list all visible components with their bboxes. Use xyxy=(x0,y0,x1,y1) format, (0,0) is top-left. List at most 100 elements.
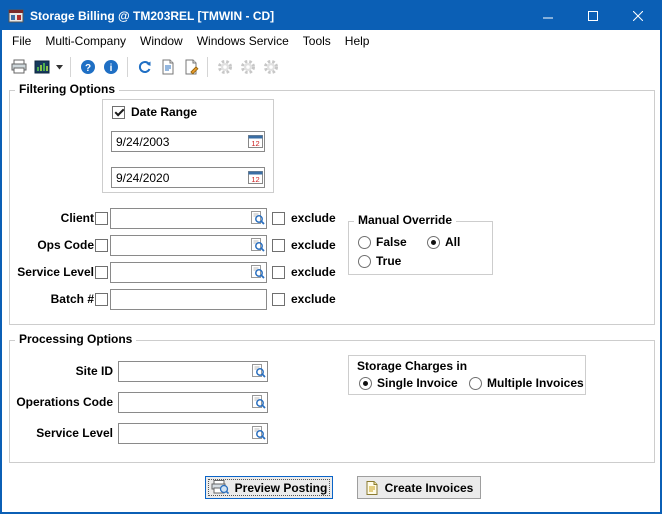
batch-exclude-checkbox[interactable] xyxy=(272,293,285,306)
site-id-lookup-button[interactable] xyxy=(251,364,266,378)
operations-code-lookup-button[interactable] xyxy=(251,395,266,409)
date-from-calendar-button[interactable]: 12 xyxy=(248,134,263,148)
gear-button[interactable] xyxy=(213,55,236,79)
menu-windows-service[interactable]: Windows Service xyxy=(190,31,296,51)
gear-button[interactable] xyxy=(259,55,282,79)
service-level-exclude-checkbox[interactable] xyxy=(272,266,285,279)
radio-label: Single Invoice xyxy=(377,376,458,390)
lookup-icon xyxy=(250,211,265,225)
batch-checkbox[interactable] xyxy=(95,293,108,306)
preview-posting-button[interactable]: Preview Posting xyxy=(205,476,333,499)
date-to-field: 12 xyxy=(111,167,265,188)
exclude-label: exclude xyxy=(291,262,336,283)
date-to-calendar-button[interactable]: 12 xyxy=(248,170,263,184)
radio-icon xyxy=(359,377,372,390)
svg-text:12: 12 xyxy=(251,139,259,148)
preview-posting-label: Preview Posting xyxy=(235,481,328,495)
batch-field xyxy=(110,289,267,310)
gear-button[interactable] xyxy=(236,55,259,79)
info-icon: i xyxy=(103,59,119,75)
date-from-field: 12 xyxy=(111,131,265,152)
ops-code-checkbox[interactable] xyxy=(95,239,108,252)
manual-override-all-option[interactable]: All xyxy=(427,235,460,249)
ops-code-exclude-checkbox[interactable] xyxy=(272,239,285,252)
create-invoices-button[interactable]: Create Invoices xyxy=(357,476,481,499)
window-controls xyxy=(525,2,660,30)
processing-service-level-field xyxy=(118,423,268,444)
processing-options-group: Processing Options Site ID Operations Co… xyxy=(9,340,655,463)
help-button[interactable]: ? xyxy=(76,55,99,79)
svg-text:i: i xyxy=(109,63,112,74)
invoice-icon xyxy=(365,481,379,495)
manual-override-group: Manual Override False All True xyxy=(348,221,493,275)
report-icon xyxy=(34,59,50,75)
app-window: Storage Billing @ TM203REL [TMWIN - CD] … xyxy=(0,0,662,514)
filter-row-label: Client xyxy=(10,208,94,229)
processing-service-level-input[interactable] xyxy=(118,423,268,444)
manual-override-false-option[interactable]: False xyxy=(358,235,407,249)
print-preview-icon xyxy=(211,480,229,495)
filter-row-label: Service Level xyxy=(10,262,94,283)
menu-window[interactable]: Window xyxy=(133,31,190,51)
calendar-icon: 12 xyxy=(248,170,263,184)
refresh-button[interactable] xyxy=(133,55,156,79)
menu-help[interactable]: Help xyxy=(338,31,377,51)
multiple-invoices-option[interactable]: Multiple Invoices xyxy=(469,376,584,390)
create-invoices-label: Create Invoices xyxy=(385,481,474,495)
ops-code-field xyxy=(110,235,267,256)
menu-tools[interactable]: Tools xyxy=(296,31,338,51)
site-id-input[interactable] xyxy=(118,361,268,382)
close-button[interactable] xyxy=(615,2,660,30)
date-range-checkbox[interactable] xyxy=(112,106,125,119)
menu-file[interactable]: File xyxy=(5,31,38,51)
toolbar: ? i xyxy=(2,52,660,82)
menubar: File Multi-Company Window Windows Servic… xyxy=(2,30,660,52)
operations-code-input[interactable] xyxy=(118,392,268,413)
radio-icon xyxy=(469,377,482,390)
info-button[interactable]: i xyxy=(99,55,122,79)
calendar-icon: 12 xyxy=(248,134,263,148)
filter-row-label: Batch # xyxy=(10,289,94,310)
processing-row-operations-code: Operations Code xyxy=(10,392,654,413)
service-level-input[interactable] xyxy=(110,262,267,283)
print-button[interactable] xyxy=(7,55,30,79)
document-button[interactable] xyxy=(156,55,179,79)
radio-label: False xyxy=(376,235,407,249)
radio-icon xyxy=(427,236,440,249)
service-level-lookup-button[interactable] xyxy=(250,265,265,279)
filter-row-service-level: Service Level exclude xyxy=(10,262,654,283)
batch-input[interactable] xyxy=(110,289,267,310)
exclude-label: exclude xyxy=(291,289,336,310)
processing-service-level-lookup-button[interactable] xyxy=(251,426,266,440)
report-button[interactable] xyxy=(30,55,53,79)
print-icon xyxy=(11,59,27,75)
document-icon xyxy=(160,59,176,75)
single-invoice-option[interactable]: Single Invoice xyxy=(359,376,458,390)
client-lookup-button[interactable] xyxy=(250,211,265,225)
client-input[interactable] xyxy=(110,208,267,229)
ops-code-input[interactable] xyxy=(110,235,267,256)
service-level-checkbox[interactable] xyxy=(95,266,108,279)
maximize-icon xyxy=(588,11,598,21)
date-from-input[interactable] xyxy=(111,131,265,152)
gear-icon xyxy=(240,59,256,75)
service-level-field xyxy=(110,262,267,283)
report-dropdown-button[interactable] xyxy=(53,55,65,79)
ops-code-lookup-button[interactable] xyxy=(250,238,265,252)
refresh-icon xyxy=(137,59,153,75)
client-checkbox[interactable] xyxy=(95,212,108,225)
svg-text:12: 12 xyxy=(251,175,259,184)
edit-document-button[interactable] xyxy=(179,55,202,79)
minimize-icon xyxy=(543,11,553,21)
menu-multi-company[interactable]: Multi-Company xyxy=(38,31,133,51)
client-exclude-checkbox[interactable] xyxy=(272,212,285,225)
processing-row-label: Operations Code xyxy=(10,392,113,413)
toolbar-separator xyxy=(70,57,71,77)
date-to-input[interactable] xyxy=(111,167,265,188)
radio-label: True xyxy=(376,254,401,268)
maximize-button[interactable] xyxy=(570,2,615,30)
exclude-label: exclude xyxy=(291,208,336,229)
manual-override-true-option[interactable]: True xyxy=(358,254,401,268)
minimize-button[interactable] xyxy=(525,2,570,30)
titlebar[interactable]: Storage Billing @ TM203REL [TMWIN - CD] xyxy=(2,2,660,30)
